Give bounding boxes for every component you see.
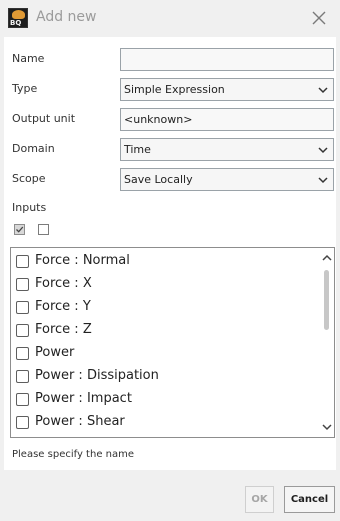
cancel-button[interactable]: Cancel xyxy=(284,486,335,513)
type-select[interactable]: Simple Expression xyxy=(120,78,334,101)
list-item[interactable]: Force : Normal xyxy=(11,250,311,273)
domain-select[interactable]: Time xyxy=(120,138,334,161)
list-item-label: Force : X xyxy=(35,276,92,291)
title-bar: BQ Add new xyxy=(0,0,340,36)
list-item-checkbox[interactable] xyxy=(16,416,29,429)
app-icon-text: BQ xyxy=(10,19,22,27)
chevron-up-icon[interactable] xyxy=(322,254,332,262)
output-unit-label: Output unit xyxy=(12,112,76,125)
scrollbar-thumb[interactable] xyxy=(324,270,329,330)
list-item-label: Force : Normal xyxy=(35,253,130,268)
list-item-label: Force : Y xyxy=(35,299,91,314)
domain-select-value: Time xyxy=(124,143,151,156)
inputs-list[interactable]: Force : Normal Force : X Force : Y Force : … xyxy=(10,247,335,438)
list-item-label: Power : Impact xyxy=(35,391,132,406)
list-scrollbar[interactable] xyxy=(319,248,334,437)
app-logo-icon: BQ xyxy=(8,8,28,28)
window-title: Add new xyxy=(36,9,97,25)
list-item-label: Power : Dissipation xyxy=(35,368,159,383)
type-label: Type xyxy=(12,82,38,95)
close-icon[interactable] xyxy=(310,9,328,27)
chevron-down-icon xyxy=(318,177,328,184)
domain-label: Domain xyxy=(12,142,55,155)
list-item-label: Power xyxy=(35,345,75,360)
scope-select-value: Save Locally xyxy=(124,173,193,186)
list-item[interactable]: Force : Y xyxy=(11,296,311,319)
list-item[interactable]: Power : Impact xyxy=(11,388,311,411)
list-item-checkbox[interactable] xyxy=(16,393,29,406)
list-item-label: Power : Shear xyxy=(35,414,125,429)
type-select-value: Simple Expression xyxy=(124,83,225,96)
select-none-checkbox[interactable] xyxy=(38,224,49,235)
ok-button[interactable]: OK xyxy=(245,486,274,513)
list-item[interactable]: Power : Dissipation xyxy=(11,365,311,388)
list-item-checkbox[interactable] xyxy=(16,324,29,337)
select-all-checkbox[interactable] xyxy=(14,224,25,235)
list-item-checkbox[interactable] xyxy=(16,347,29,360)
list-item-checkbox[interactable] xyxy=(16,255,29,268)
list-item-checkbox[interactable] xyxy=(16,278,29,291)
output-unit-field[interactable]: <unknown> xyxy=(120,108,334,131)
scope-label: Scope xyxy=(12,172,46,185)
name-input[interactable] xyxy=(120,48,334,71)
status-message: Please specify the name xyxy=(12,449,135,460)
inputs-label: Inputs xyxy=(12,201,47,214)
list-item-checkbox[interactable] xyxy=(16,301,29,314)
chevron-down-icon[interactable] xyxy=(322,423,332,431)
list-item-checkbox[interactable] xyxy=(16,370,29,383)
chevron-down-icon xyxy=(318,147,328,154)
list-item[interactable]: Power : Shear xyxy=(11,411,311,434)
list-item[interactable]: Force : Z xyxy=(11,319,311,342)
list-item-label: Force : Z xyxy=(35,322,92,337)
chevron-down-icon xyxy=(318,87,328,94)
scope-select[interactable]: Save Locally xyxy=(120,168,334,191)
list-item[interactable]: Force : X xyxy=(11,273,311,296)
name-label: Name xyxy=(12,52,45,65)
list-item[interactable]: Power xyxy=(11,342,311,365)
checkmark-icon xyxy=(16,226,24,233)
